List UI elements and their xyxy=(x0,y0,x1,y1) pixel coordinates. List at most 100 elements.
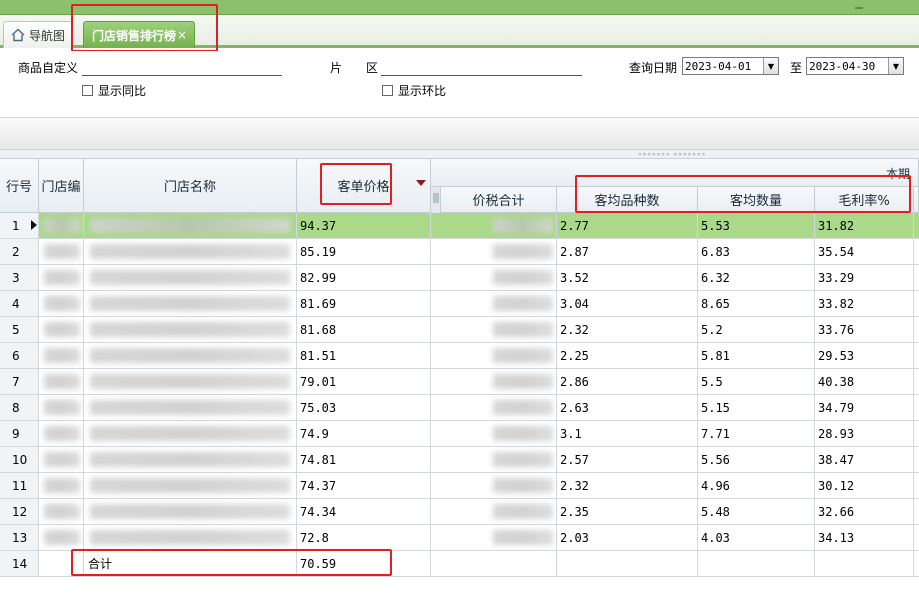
table-row[interactable]: 7 79.01 2.86 5.5 40.38 xyxy=(0,369,919,395)
cell-avg-qty[interactable]: 4.96 xyxy=(698,473,815,498)
cell-avg-qty[interactable] xyxy=(698,551,815,576)
cell-avg-ticket[interactable]: 94.37 xyxy=(297,213,431,238)
header-scroll-handle[interactable] xyxy=(431,187,441,213)
cell-avg-sku[interactable]: 2.32 xyxy=(557,473,698,498)
table-total-row[interactable]: 14 合计 70.59 xyxy=(0,551,919,577)
cell-avg-qty[interactable]: 5.56 xyxy=(698,447,815,472)
cell-avg-qty[interactable]: 5.48 xyxy=(698,499,815,524)
cell-store-code[interactable] xyxy=(39,551,84,576)
cell-margin[interactable]: 34.79 xyxy=(815,395,914,420)
cell-row-no[interactable]: 2 xyxy=(0,239,39,264)
cell-avg-sku[interactable]: 3.1 xyxy=(557,421,698,446)
splitter-grip-icon[interactable]: »»»»»»» »»»»»»» xyxy=(638,151,706,158)
cell-row-no[interactable]: 14 xyxy=(0,551,39,576)
cell-margin[interactable]: 29.53 xyxy=(815,343,914,368)
show-yoy-checkbox[interactable]: 显示同比 xyxy=(82,82,146,99)
cell-avg-ticket[interactable]: 81.51 xyxy=(297,343,431,368)
cell-avg-ticket[interactable]: 74.37 xyxy=(297,473,431,498)
cell-avg-ticket[interactable]: 81.69 xyxy=(297,291,431,316)
chevron-down-icon[interactable]: ▼ xyxy=(888,58,903,74)
cell-row-no[interactable]: 10 xyxy=(0,447,39,472)
cell-avg-qty[interactable]: 5.15 xyxy=(698,395,815,420)
cell-row-no[interactable]: 3 xyxy=(0,265,39,290)
cell-avg-qty[interactable]: 5.2 xyxy=(698,317,815,342)
cell-row-no[interactable]: 7 xyxy=(0,369,39,394)
cell-avg-ticket[interactable]: 79.01 xyxy=(297,369,431,394)
col-header-store-code[interactable]: 门店编 xyxy=(39,159,84,213)
cell-row-no[interactable]: 13 xyxy=(0,525,39,550)
tab-store-sales-ranking[interactable]: 门店销售排行榜 × xyxy=(83,21,195,48)
close-tab-icon[interactable]: × xyxy=(177,28,187,42)
cell-avg-sku[interactable]: 2.35 xyxy=(557,499,698,524)
cell-avg-qty[interactable]: 5.5 xyxy=(698,369,815,394)
date-from-picker[interactable]: 2023-04-01 ▼ xyxy=(682,57,779,75)
cell-margin[interactable]: 30.12 xyxy=(815,473,914,498)
table-row[interactable]: 6 81.51 2.25 5.81 29.53 xyxy=(0,343,919,369)
chevron-down-icon[interactable]: ▼ xyxy=(763,58,778,74)
cell-avg-qty[interactable]: 7.71 xyxy=(698,421,815,446)
table-row[interactable]: 10 74.81 2.57 5.56 38.47 xyxy=(0,447,919,473)
cell-avg-sku[interactable]: 2.32 xyxy=(557,317,698,342)
cell-avg-ticket[interactable]: 72.8 xyxy=(297,525,431,550)
cell-avg-qty[interactable]: 5.81 xyxy=(698,343,815,368)
table-row[interactable]: 4 81.69 3.04 8.65 33.82 xyxy=(0,291,919,317)
cell-margin[interactable]: 32.66 xyxy=(815,499,914,524)
cell-avg-qty[interactable]: 5.53 xyxy=(698,213,815,238)
region-input[interactable] xyxy=(381,56,582,76)
col-header-avg-sku[interactable]: 客均品种数 xyxy=(557,187,698,213)
table-row[interactable]: 1 94.37 2.77 5.53 31.82 xyxy=(0,213,919,239)
tab-navigation-map[interactable]: 导航图 xyxy=(3,21,72,48)
product-custom-input[interactable] xyxy=(82,56,282,76)
cell-avg-sku[interactable]: 2.87 xyxy=(557,239,698,264)
panel-splitter[interactable]: »»»»»»» »»»»»»» xyxy=(0,150,919,159)
cell-avg-qty[interactable]: 6.83 xyxy=(698,239,815,264)
cell-avg-ticket[interactable]: 74.9 xyxy=(297,421,431,446)
table-row[interactable]: 2 85.19 2.87 6.83 35.54 xyxy=(0,239,919,265)
minimize-icon[interactable] xyxy=(855,1,863,9)
cell-avg-sku[interactable]: 2.86 xyxy=(557,369,698,394)
cell-store-name[interactable]: 合计 xyxy=(84,551,297,576)
cell-row-no[interactable]: 9 xyxy=(0,421,39,446)
cell-avg-ticket[interactable]: 85.19 xyxy=(297,239,431,264)
cell-avg-ticket[interactable]: 70.59 xyxy=(297,551,431,576)
cell-margin[interactable]: 28.93 xyxy=(815,421,914,446)
cell-row-no[interactable]: 8 xyxy=(0,395,39,420)
col-header-tax-total[interactable]: 价税合计 xyxy=(441,187,557,213)
cell-avg-qty[interactable]: 8.65 xyxy=(698,291,815,316)
cell-avg-qty[interactable]: 4.03 xyxy=(698,525,815,550)
cell-avg-sku[interactable]: 2.25 xyxy=(557,343,698,368)
cell-avg-ticket[interactable]: 81.68 xyxy=(297,317,431,342)
cell-row-no[interactable]: 6 xyxy=(0,343,39,368)
cell-margin[interactable]: 33.82 xyxy=(815,291,914,316)
table-row[interactable]: 9 74.9 3.1 7.71 28.93 xyxy=(0,421,919,447)
cell-row-no[interactable]: 4 xyxy=(0,291,39,316)
cell-margin[interactable]: 31.82 xyxy=(815,213,914,238)
table-row[interactable]: 12 74.34 2.35 5.48 32.66 xyxy=(0,499,919,525)
cell-avg-sku[interactable]: 2.03 xyxy=(557,525,698,550)
cell-avg-ticket[interactable]: 82.99 xyxy=(297,265,431,290)
col-header-store-name[interactable]: 门店名称 xyxy=(84,159,297,213)
cell-avg-sku[interactable]: 2.63 xyxy=(557,395,698,420)
table-row[interactable]: 11 74.37 2.32 4.96 30.12 xyxy=(0,473,919,499)
cell-margin[interactable] xyxy=(815,551,914,576)
cell-avg-ticket[interactable]: 75.03 xyxy=(297,395,431,420)
col-header-avg-qty[interactable]: 客均数量 xyxy=(698,187,815,213)
cell-margin[interactable]: 40.38 xyxy=(815,369,914,394)
col-header-row-no[interactable]: 行号 xyxy=(0,159,39,213)
table-row[interactable]: 13 72.8 2.03 4.03 34.13 xyxy=(0,525,919,551)
col-header-margin[interactable]: 毛利率% xyxy=(815,187,914,213)
table-row[interactable]: 5 81.68 2.32 5.2 33.76 xyxy=(0,317,919,343)
cell-row-no[interactable]: 12 xyxy=(0,499,39,524)
cell-avg-sku[interactable]: 3.52 xyxy=(557,265,698,290)
table-row[interactable]: 3 82.99 3.52 6.32 33.29 xyxy=(0,265,919,291)
cell-avg-sku[interactable] xyxy=(557,551,698,576)
cell-margin[interactable]: 38.47 xyxy=(815,447,914,472)
sort-desc-icon[interactable] xyxy=(416,180,426,186)
cell-avg-sku[interactable]: 2.57 xyxy=(557,447,698,472)
cell-avg-qty[interactable]: 6.32 xyxy=(698,265,815,290)
cell-row-no[interactable]: 11 xyxy=(0,473,39,498)
col-header-avg-ticket[interactable]: 客单价格 xyxy=(297,159,431,213)
cell-avg-sku[interactable]: 2.77 xyxy=(557,213,698,238)
cell-margin[interactable]: 34.13 xyxy=(815,525,914,550)
cell-row-no[interactable]: 5 xyxy=(0,317,39,342)
